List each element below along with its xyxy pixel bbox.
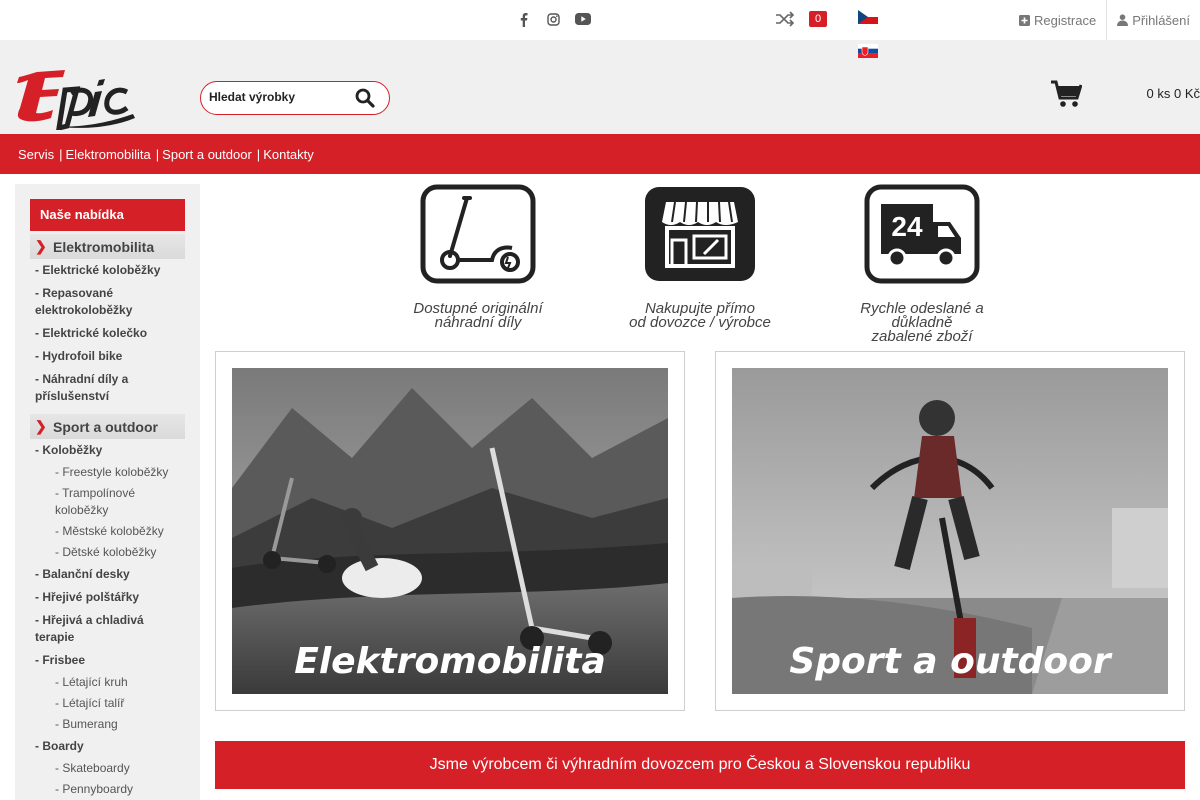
sidebar-category-label: Sport a outdoor bbox=[53, 418, 158, 435]
sidebar-category-elektromobilita[interactable]: ❯ Elektromobilita bbox=[30, 234, 185, 259]
sidebar-subitem-letajici-talir[interactable]: - Létající talíř bbox=[30, 693, 185, 714]
nav-separator: | bbox=[59, 146, 63, 162]
chevron-right-icon: ❯ bbox=[35, 418, 47, 434]
banner-caption: Sport a outdoor bbox=[789, 641, 1111, 682]
register-link[interactable]: Registrace bbox=[1009, 0, 1106, 40]
nav-item-kontakty[interactable]: Kontakty bbox=[263, 147, 314, 162]
instagram-icon[interactable] bbox=[545, 10, 561, 28]
register-label: Registrace bbox=[1034, 12, 1097, 28]
login-label: Přihlášení bbox=[1132, 12, 1190, 28]
cart-summary[interactable]: 0 ks 0 Kč bbox=[1147, 86, 1200, 101]
slovak-flag-icon[interactable] bbox=[858, 44, 878, 58]
user-icon bbox=[1117, 14, 1129, 26]
sidebar-item-elektricke-kolecko[interactable]: - Elektrické kolečko bbox=[30, 322, 185, 345]
shuffle-compare-icon[interactable] bbox=[775, 11, 795, 27]
feature-direct-import: Nakupujte přímo od dovozce / výrobce bbox=[600, 184, 800, 330]
cart-icon[interactable] bbox=[1050, 78, 1082, 108]
info-bar: Jsme výrobcem či výhradním dovozcem pro … bbox=[215, 741, 1185, 789]
banner-sport-outdoor[interactable]: Sport a outdoor bbox=[715, 351, 1185, 711]
feature-text-line: od dovozce / výrobce bbox=[629, 314, 771, 331]
delivery-badge: 24 bbox=[891, 211, 923, 242]
sidebar-item-terapie[interactable]: - Hřejivá a chladivá terapie bbox=[30, 609, 185, 649]
sidebar-item-repasovane[interactable]: - Repasované elektrokoloběžky bbox=[30, 282, 185, 322]
sidebar-item-hydrofoil-bike[interactable]: - Hydrofoil bike bbox=[30, 345, 185, 368]
sidebar-category-label: Elektromobilita bbox=[53, 238, 155, 255]
sidebar-item-balancni-desky[interactable]: - Balanční desky bbox=[30, 563, 185, 586]
feature-spare-parts: Dostupné originální náhradní díly bbox=[378, 184, 578, 330]
sidebar-subitem-pennyboardy[interactable]: - Pennyboardy bbox=[30, 779, 185, 800]
login-link[interactable]: Přihlášení bbox=[1106, 0, 1200, 40]
sidebar-item-boardy[interactable]: - Boardy bbox=[30, 735, 185, 758]
epic-logo[interactable] bbox=[15, 68, 137, 130]
nav-item-servis[interactable]: Servis bbox=[18, 147, 54, 162]
sidebar-subitem-detske[interactable]: - Dětské koloběžky bbox=[30, 542, 185, 563]
auth-links: Registrace Přihlášení bbox=[1009, 0, 1200, 40]
scooter-icon bbox=[420, 184, 536, 284]
sidebar-subitem-bumerang[interactable]: - Bumerang bbox=[30, 714, 185, 735]
feature-text-line: náhradní díly bbox=[434, 314, 522, 331]
banner-elektromobilita[interactable]: Elektromobilita bbox=[215, 351, 685, 711]
sidebar-item-kolobezky[interactable]: - Koloběžky bbox=[30, 439, 185, 462]
sidebar-item-frisbee[interactable]: - Frisbee bbox=[30, 649, 185, 672]
search-box bbox=[200, 81, 390, 115]
site-header: 0 ks 0 Kč bbox=[0, 40, 1200, 134]
nav-separator: | bbox=[256, 146, 261, 162]
czech-flag-icon[interactable] bbox=[858, 10, 878, 24]
social-links bbox=[515, 10, 591, 28]
sidebar-subitem-letajici-kruh[interactable]: - Létající kruh bbox=[30, 672, 185, 693]
sidebar-category-sport-outdoor[interactable]: ❯ Sport a outdoor bbox=[30, 414, 185, 439]
sidebar-heading: Naše nabídka bbox=[30, 199, 185, 231]
plus-square-icon bbox=[1019, 14, 1031, 26]
delivery-24-icon: 24 bbox=[864, 184, 980, 284]
chevron-right-icon: ❯ bbox=[35, 238, 47, 254]
main-nav: Servis | Elektromobilita | Sport a outdo… bbox=[0, 134, 1200, 174]
sidebar-subitem-skateboardy[interactable]: - Skateboardy bbox=[30, 758, 185, 779]
sidebar-item-hrejive-polstarky[interactable]: - Hřejivé polštářky bbox=[30, 586, 185, 609]
sidebar-item-nahradni-dily[interactable]: - Náhradní díly a příslušenství bbox=[30, 368, 185, 408]
nav-item-elektromobilita[interactable]: Elektromobilita bbox=[66, 147, 151, 162]
nav-separator: | bbox=[155, 146, 160, 162]
sidebar-subitem-trampolinove[interactable]: - Trampolínové koloběžky bbox=[30, 483, 185, 521]
shop-icon bbox=[645, 187, 755, 281]
feature-text-line: zabalené zboží bbox=[871, 328, 973, 345]
search-input[interactable] bbox=[209, 90, 349, 104]
sidebar-subitem-freestyle[interactable]: - Freestyle koloběžky bbox=[30, 462, 185, 483]
search-icon[interactable] bbox=[355, 88, 375, 108]
facebook-icon[interactable] bbox=[515, 10, 531, 28]
sidebar-item-elektricke-kolobezky[interactable]: - Elektrické koloběžky bbox=[30, 259, 185, 282]
top-bar: 0 Registrace Přihlášení bbox=[0, 0, 1200, 40]
banner-caption: Elektromobilita bbox=[294, 641, 606, 682]
nav-item-sport-outdoor[interactable]: Sport a outdoor bbox=[162, 147, 252, 162]
category-sidebar: Naše nabídka ❯ Elektromobilita - Elektri… bbox=[15, 184, 200, 800]
sidebar-subitem-mestske[interactable]: - Městské koloběžky bbox=[30, 521, 185, 542]
compare-count-badge: 0 bbox=[809, 11, 828, 27]
compare-widget[interactable]: 0 bbox=[775, 11, 828, 27]
youtube-icon[interactable] bbox=[575, 10, 591, 28]
feature-fast-delivery: 24 Rychle odeslané a důkladně zabalené z… bbox=[822, 184, 1022, 344]
